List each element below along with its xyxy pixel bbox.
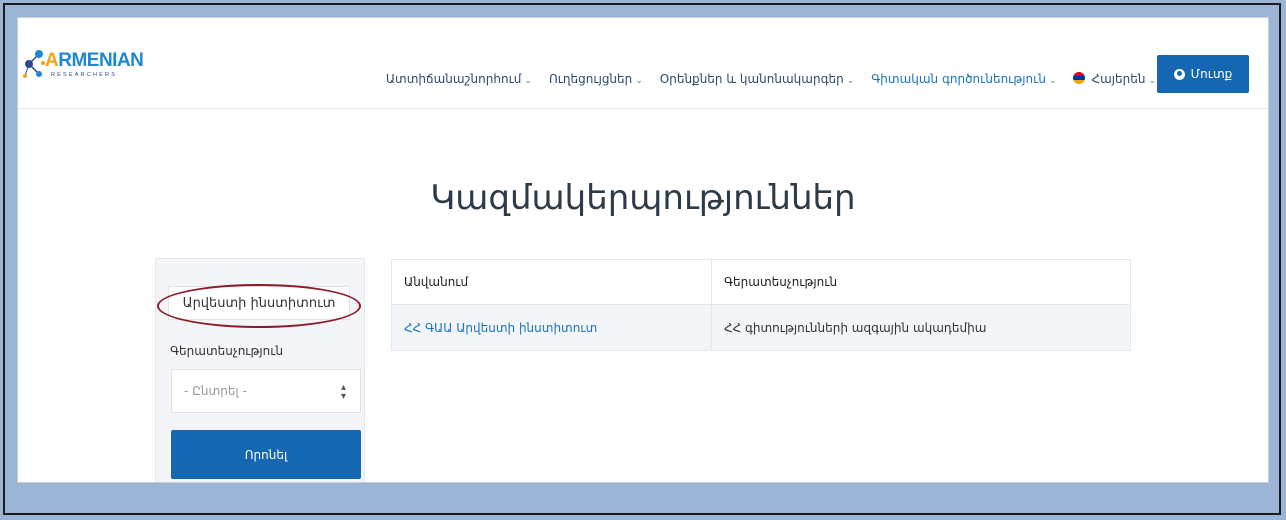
department-select[interactable]: - Ընտրել - ▴ ▾: [171, 369, 361, 413]
user-circle-icon: [1173, 68, 1185, 80]
organization-link[interactable]: ՀՀ ԳԱԱ Արվեստի ինստիտուտ: [391, 304, 712, 351]
organization-department: ՀՀ գիտությունների ազգային ակադեմիա: [711, 304, 1131, 351]
column-header-name[interactable]: Անվանում: [391, 259, 712, 305]
chevron-down-icon: ⌄: [524, 76, 532, 86]
site-logo[interactable]: ARMENIAN RESEARCHERS: [23, 48, 153, 88]
nav-item-degrees[interactable]: Ատտիճանաշնորհում ⌄: [386, 72, 532, 86]
filter-sidebar: Արվեստի ինստիտուտ Գերատեսչություն - Ընտր…: [155, 258, 365, 482]
top-navbar: ARMENIAN RESEARCHERS Ատտիճանաշնորհում ⌄ Ո…: [18, 18, 1268, 109]
nav-item-scientific-activity[interactable]: Գիտական գործունեություն ⌄: [871, 72, 1056, 86]
armenian-flag-icon: [1073, 72, 1086, 84]
chevron-down-icon: ⌄: [846, 76, 855, 86]
chevron-down-icon: ⌄: [1148, 76, 1156, 86]
nav-item-laws[interactable]: Օրենքներ և կանոնակարգեր ⌄: [660, 72, 854, 86]
page-title: Կազմակերպություններ: [430, 178, 856, 218]
table-row: ՀՀ ԳԱԱ Արվեստի ինստիտուտ ՀՀ գիտություննե…: [391, 304, 1131, 351]
language-selector[interactable]: Հայերեն ⌄: [1073, 72, 1156, 86]
annotation-circle: [157, 284, 361, 328]
chevron-down-icon: ⌄: [635, 76, 643, 86]
select-updown-icon: ▴ ▾: [340, 382, 346, 402]
chevron-down-icon: ⌄: [1048, 76, 1057, 86]
main-nav: Ատտիճանաշնորհում ⌄ Ուղեցույցներ ⌄ Օրենքներ…: [369, 72, 1156, 86]
column-header-department[interactable]: Գերատեսչություն: [711, 259, 1131, 305]
browser-page: ARMENIAN RESEARCHERS Ատտիճանաշնորհում ⌄ Ո…: [17, 17, 1269, 483]
department-label: Գերատեսչություն: [170, 344, 284, 358]
select-value: - Ընտրել -: [184, 384, 247, 398]
nav-item-guides[interactable]: Ուղեցույցներ ⌄: [549, 72, 643, 86]
logo-subtitle: RESEARCHERS: [51, 72, 118, 78]
organizations-table: Անվանում Գերատեսչություն ՀՀ ԳԱԱ Արվեստի …: [391, 259, 1131, 351]
logo-text: ARMENIAN: [45, 50, 144, 71]
login-button[interactable]: Մուտք: [1157, 55, 1249, 93]
logo-molecule-icon: [23, 50, 45, 78]
search-button[interactable]: Որոնել: [171, 430, 361, 479]
table-header-row: Անվանում Գերատեսչություն: [391, 259, 1131, 305]
